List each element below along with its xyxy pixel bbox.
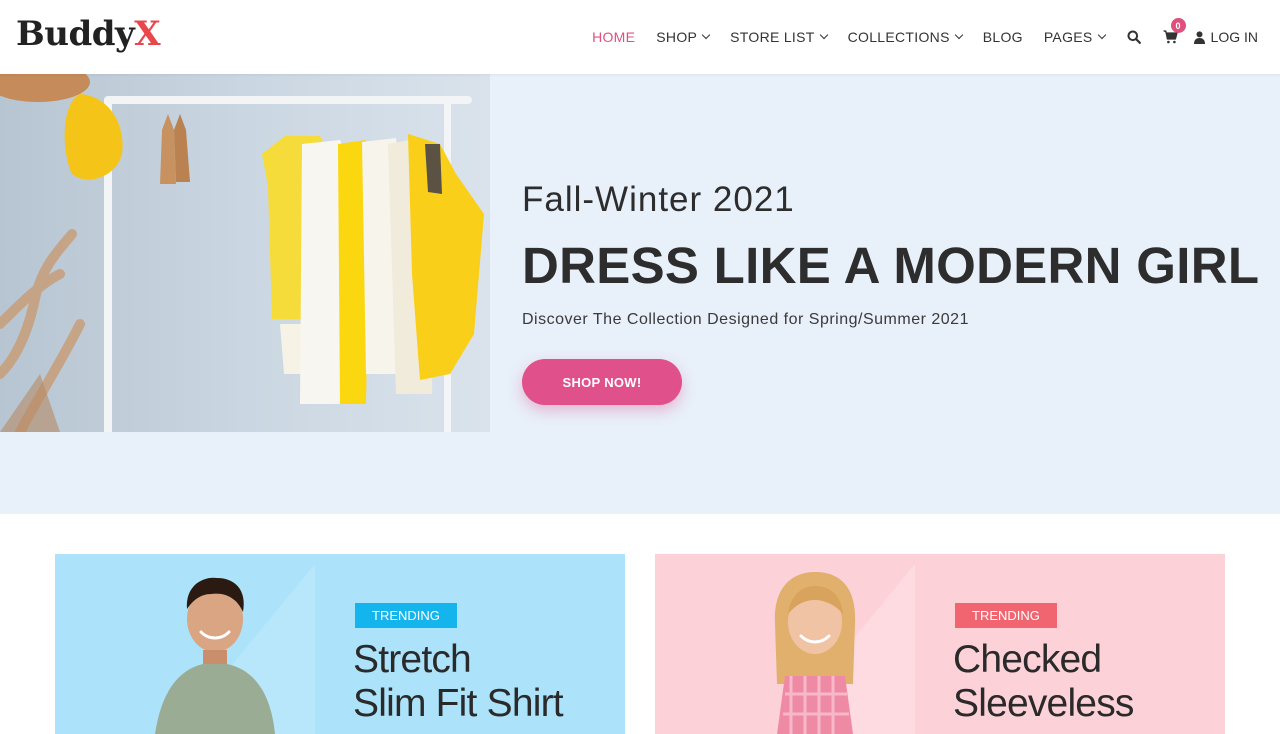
- hero-clothing-rack-image: [0, 74, 490, 432]
- cart-button[interactable]: 0: [1163, 18, 1186, 44]
- login-link[interactable]: LOG IN: [1193, 29, 1258, 45]
- site-header: BuddyX HOME SHOP STORE LIST COLLECTIONS …: [0, 0, 1280, 74]
- promo-section: TRENDING Stretch Slim Fit Shirt TRENDING…: [0, 514, 1280, 734]
- hero-title: DRESS LIKE A MODERN GIRL: [522, 237, 1260, 294]
- chevron-down-icon: [819, 30, 828, 40]
- nav-item-collections[interactable]: COLLECTIONS: [847, 29, 963, 45]
- main-nav: HOME SHOP STORE LIST COLLECTIONS BLOG PA…: [571, 0, 1258, 74]
- chevron-down-icon: [701, 30, 711, 40]
- promo-card-sleeveless[interactable]: TRENDING Checked Sleeveless: [655, 554, 1225, 734]
- hero-description: Discover The Collection Designed for Spr…: [522, 311, 969, 328]
- trending-badge: TRENDING: [355, 603, 457, 628]
- shop-now-button[interactable]: SHOP NOW!: [522, 359, 682, 405]
- logo-text: Buddy: [16, 14, 135, 54]
- cart-count-badge: 0: [1170, 18, 1186, 33]
- promo-card-shirt[interactable]: TRENDING Stretch Slim Fit Shirt: [55, 554, 625, 734]
- promo-title-line: Stretch: [353, 638, 472, 681]
- nav-item-home[interactable]: HOME: [592, 29, 635, 45]
- logo-accent: X: [134, 14, 161, 54]
- nav-item-shop[interactable]: SHOP: [656, 29, 711, 45]
- nav-item-store-list[interactable]: STORE LIST: [730, 29, 828, 45]
- hero-subtitle: Fall-Winter 2021: [522, 180, 795, 219]
- user-icon: [1193, 30, 1205, 44]
- hero-banner: Fall-Winter 2021 DRESS LIKE A MODERN GIR…: [0, 74, 1280, 514]
- site-logo[interactable]: BuddyX: [16, 14, 161, 54]
- trending-badge: TRENDING: [955, 603, 1057, 628]
- boy-model-image: [155, 564, 315, 734]
- promo-title: Stretch Slim Fit Shirt: [353, 638, 564, 726]
- girl-model-image: [774, 564, 915, 734]
- nav-item-label: HOME: [592, 29, 636, 45]
- chevron-down-icon: [954, 30, 963, 40]
- nav-item-label: STORE LIST: [730, 29, 815, 45]
- login-label: LOG IN: [1210, 29, 1258, 45]
- promo-title-line: Slim Fit Shirt: [353, 682, 564, 725]
- promo-title-line: Checked: [953, 638, 1102, 681]
- chevron-down-icon: [1097, 30, 1106, 40]
- nav-item-label: COLLECTIONS: [847, 29, 950, 45]
- search-icon: [1127, 30, 1141, 44]
- nav-item-pages[interactable]: PAGES: [1043, 29, 1106, 45]
- nav-item-blog[interactable]: BLOG: [983, 29, 1023, 45]
- promo-title-line: Sleeveless: [953, 682, 1134, 725]
- promo-title: Checked Sleeveless: [953, 638, 1134, 726]
- nav-item-label: SHOP: [656, 29, 698, 45]
- search-button[interactable]: [1127, 30, 1141, 44]
- nav-item-label: PAGES: [1043, 29, 1093, 45]
- nav-item-label: BLOG: [982, 29, 1023, 45]
